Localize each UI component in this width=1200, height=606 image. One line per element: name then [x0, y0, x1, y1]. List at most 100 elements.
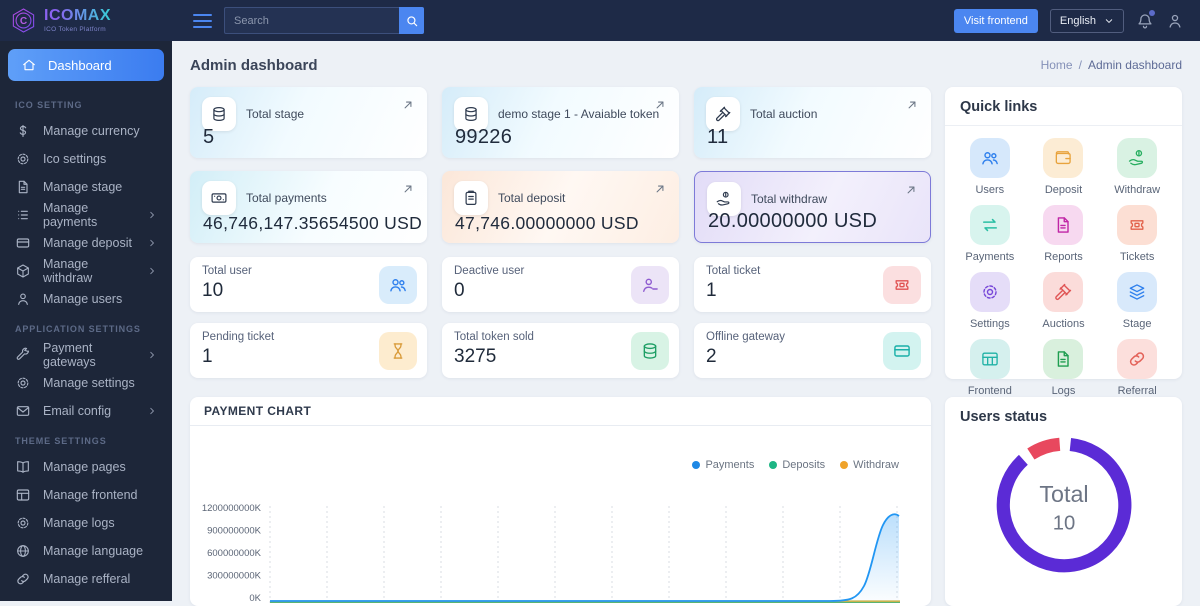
stat-card-pending-ticket[interactable]: Pending ticket 1 [190, 323, 427, 378]
sidebar-item-manage-language[interactable]: Manage language [0, 537, 172, 565]
clipboard-icon [462, 189, 480, 207]
gavel-icon [714, 105, 732, 123]
sidebar-item-manage-refferal[interactable]: Manage refferal [0, 565, 172, 593]
sidebar-section-application-settings: APPLICATION SETTINGS [15, 324, 141, 334]
stat-card-deactive-user[interactable]: Deactive user 0 [442, 257, 679, 312]
dollar-icon [15, 123, 31, 139]
brand-logo-icon: C [12, 8, 35, 33]
quick-link-referral[interactable]: Referral [1100, 339, 1174, 397]
stat-card-offline-gateway[interactable]: Offline gateway 2 [694, 323, 931, 378]
quick-link-settings[interactable]: Settings [953, 272, 1027, 330]
notifications-button[interactable] [1136, 9, 1155, 30]
quick-link-tickets[interactable]: Tickets [1100, 205, 1174, 263]
card-icon [892, 341, 912, 361]
quick-link-deposit[interactable]: Deposit [1027, 138, 1101, 196]
brand[interactable]: C ICOMAX ICO Token Platform [0, 7, 172, 34]
stat-value: 11 [707, 126, 729, 148]
person-icon [1166, 12, 1184, 30]
sidebar-item-manage-users[interactable]: Manage users [0, 285, 172, 313]
sidebar-item-manage-stage[interactable]: Manage stage [0, 173, 172, 201]
payment-chart-title: PAYMENT CHART [190, 397, 931, 426]
quick-link-auctions[interactable]: Auctions [1027, 272, 1101, 330]
sidebar-item-dashboard[interactable]: Dashboard [8, 49, 164, 81]
arrow-up-right-icon[interactable] [401, 182, 415, 196]
stat-value: 20.00000000 USD [708, 210, 878, 232]
quick-link-reports[interactable]: Reports [1027, 205, 1101, 263]
sidebar-item-manage-deposit[interactable]: Manage deposit [0, 229, 172, 257]
sidebar-item-manage-payments[interactable]: Manage payments [0, 201, 172, 229]
search-input[interactable] [224, 7, 399, 34]
language-value: English [1059, 14, 1096, 27]
quick-link-withdraw[interactable]: Withdraw [1100, 138, 1174, 196]
layers-icon [1127, 282, 1147, 302]
quick-link-logs[interactable]: Logs [1027, 339, 1101, 397]
menu-toggle-icon[interactable] [193, 13, 212, 28]
quick-link-stage[interactable]: Stage [1100, 272, 1174, 330]
users-status-title: Users status [960, 409, 1048, 425]
stat-card-total-deposit[interactable]: Total deposit 47,746.00000000 USD [442, 171, 679, 243]
sidebar-item-email-config[interactable]: Email config [0, 397, 172, 425]
quick-link-payments[interactable]: Payments [953, 205, 1027, 263]
globe-icon [15, 543, 31, 559]
chevron-right-icon [147, 406, 157, 416]
arrow-up-right-icon[interactable] [401, 98, 415, 112]
quick-link-users[interactable]: Users [953, 138, 1027, 196]
stat-card-available-token[interactable]: demo stage 1 - Avaiable token 99226 [442, 87, 679, 158]
wallet-icon [1053, 148, 1073, 168]
arrow-up-right-icon[interactable] [653, 182, 667, 196]
profile-button[interactable] [1166, 12, 1184, 30]
sidebar-item-manage-frontend[interactable]: Manage frontend [0, 481, 172, 509]
file-icon [15, 179, 31, 195]
link-icon [15, 571, 31, 587]
stat-card-total-token-sold[interactable]: Total token sold 3275 [442, 323, 679, 378]
sidebar-item-manage-pages[interactable]: Manage pages [0, 453, 172, 481]
stat-card-total-ticket[interactable]: Total ticket 1 [694, 257, 931, 312]
notification-badge [1149, 9, 1155, 16]
users-icon [980, 148, 1000, 168]
svg-text:600000000K: 600000000K [207, 548, 262, 559]
topbar: C ICOMAX ICO Token Platform Visit fronte… [0, 0, 1200, 41]
gear-icon [15, 375, 31, 391]
file-icon [1053, 349, 1073, 369]
sidebar-item-manage-currency[interactable]: Manage currency [0, 117, 172, 145]
users-status-donut-chart: Total 10 [996, 437, 1131, 573]
sidebar-item-manage-settings[interactable]: Manage settings [0, 369, 172, 397]
arrow-up-right-icon[interactable] [905, 98, 919, 112]
stat-card-total-payments[interactable]: Total payments 46,746,147.35654500 USD [190, 171, 427, 243]
transfer-icon [980, 215, 1000, 235]
hourglass-icon [388, 341, 408, 361]
sidebar-item-ico-settings[interactable]: Ico settings [0, 145, 172, 173]
sidebar-item-manage-withdraw[interactable]: Manage withdraw [0, 257, 172, 285]
svg-text:10: 10 [1052, 512, 1075, 534]
stat-card-total-withdraw[interactable]: Total withdraw 20.00000000 USD [694, 171, 931, 243]
link-icon [1127, 349, 1147, 369]
gear-icon [980, 282, 1000, 302]
arrow-up-right-icon[interactable] [653, 98, 667, 112]
sidebar-item-manage-logs[interactable]: Manage logs [0, 509, 172, 537]
brand-subtitle: ICO Token Platform [44, 25, 106, 33]
arrow-up-right-icon[interactable] [904, 183, 918, 197]
svg-text:Total: Total [1039, 481, 1088, 507]
stat-card-total-auction[interactable]: Total auction 11 [694, 87, 931, 158]
search-bar [224, 7, 424, 34]
search-button[interactable] [399, 7, 424, 34]
quick-link-frontend[interactable]: Frontend [953, 339, 1027, 397]
chevron-right-icon [147, 210, 157, 220]
page-title: Admin dashboard [190, 56, 318, 74]
visit-frontend-button[interactable]: Visit frontend [953, 8, 1038, 33]
coins-icon [462, 105, 480, 123]
svg-text:1200000000K: 1200000000K [202, 503, 262, 514]
coins-icon [210, 105, 228, 123]
language-select[interactable]: English [1049, 8, 1124, 33]
quick-links-title: Quick links [945, 87, 1182, 126]
stat-card-total-user[interactable]: Total user 10 [190, 257, 427, 312]
stat-card-total-stage[interactable]: Total stage 5 [190, 87, 427, 158]
svg-text:900000000K: 900000000K [207, 526, 262, 537]
stat-value: 99226 [455, 126, 513, 148]
hand-dollar-icon [1127, 148, 1147, 168]
sidebar-item-payment-gateways[interactable]: Payment gateways [0, 341, 172, 369]
users-status-panel: Users status Total 10 [945, 397, 1182, 606]
quick-links-panel: Quick links Users Deposit Withdraw Payme… [945, 87, 1182, 397]
stat-value: 47,746.00000000 USD [455, 213, 639, 233]
breadcrumb-home[interactable]: Home [1041, 58, 1073, 72]
